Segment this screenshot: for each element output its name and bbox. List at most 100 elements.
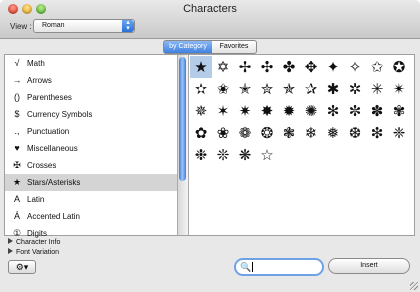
star-icon: ★ [12,177,22,187]
view-dropdown[interactable]: Roman ▴ ▾ [33,19,135,33]
character-cell[interactable]: ❁ [234,122,256,144]
character-info-label: Character Info [16,239,61,246]
title-bar[interactable]: Characters View : Roman ▴ ▾ [0,0,420,39]
character-cell[interactable]: ✫ [190,78,212,100]
search-icon: 🔍 [240,262,252,272]
gear-icon: ⚙▾ [15,262,29,272]
font-variation-disclosure[interactable]: Font Variation [8,248,59,256]
chevron-updown-icon: ▴ ▾ [122,19,134,32]
disclosure-triangle-icon [8,238,13,244]
dollar-icon: $ [14,109,20,119]
character-cell[interactable]: ✷ [234,100,256,122]
category-label: Stars/Asterisks [27,178,81,187]
category-item-latin[interactable]: A Latin [5,191,177,208]
view-label: View : [10,22,32,31]
category-item-crosses[interactable]: ✠ Crosses [5,157,177,174]
parentheses-icon: () [14,92,20,102]
category-item-accented-latin[interactable]: Á Accented Latin [5,208,177,225]
category-item-stars-asterisks[interactable]: ★ Stars/Asterisks [5,174,177,191]
character-cell[interactable]: ✣ [256,56,278,78]
heart-icon: ♥ [14,143,20,153]
view-dropdown-value: Roman [42,22,65,29]
character-cell[interactable]: ✮ [256,78,278,100]
character-cell[interactable]: ✿ [190,122,212,144]
character-cell[interactable]: ✹ [278,100,300,122]
tab-by-category[interactable]: by Category [163,40,213,54]
character-cell[interactable]: ❈ [388,122,410,144]
category-item-punctuation[interactable]: ., Punctuation [5,123,177,140]
character-cell[interactable]: ★ [190,56,212,78]
category-label: Latin [27,195,45,204]
punctuation-icon: ., [14,126,20,136]
characters-window: Characters View : Roman ▴ ▾ by Category F… [0,0,420,292]
character-cell[interactable]: ❋ [234,144,256,166]
tab-favorites[interactable]: Favorites [212,40,257,54]
character-cell[interactable]: ✯ [278,78,300,100]
character-cell[interactable]: ✱ [322,78,344,100]
category-label: Punctuation [27,127,70,136]
character-cell[interactable]: ✾ [388,100,410,122]
category-list: √ Math → Arrows () Parentheses $ Currenc… [5,55,177,238]
category-label: Accented Latin [27,212,80,221]
category-scrollbar[interactable] [177,55,189,235]
category-item-currency-symbols[interactable]: $ Currency Symbols [5,106,177,123]
character-cell[interactable]: ✭ [234,78,256,100]
category-label: Parentheses [27,93,72,102]
category-label: Math [27,59,45,68]
character-cell[interactable]: ❀ [212,122,234,144]
character-cell[interactable]: ✽ [366,100,388,122]
character-cell[interactable]: ❇ [366,122,388,144]
character-grid: ★ ✡ ✢ ✣ ✤ ✥ ✦ ✧ ✩ ✪ ✫ ✬ ✭ ✮ ✯ ✰ ✱ ✲ ✳ ✴ ✵ ✶ ✷ ✸ ✹ ✺ ✻ ✼ ✽ ✾ ✿ ❀ ❁ ❂ ❃ ❄ ❅ ❆ ❇ ❈… [189,55,414,235]
square-root-icon: √ [14,58,20,68]
character-palette: √ Math → Arrows () Parentheses $ Currenc… [4,54,415,238]
character-cell[interactable]: ✦ [322,56,344,78]
character-cell[interactable]: ✧ [344,56,366,78]
character-info-disclosure[interactable]: Character Info [8,238,60,246]
character-cell[interactable]: ✢ [234,56,256,78]
accented-letter-icon: Á [13,211,20,221]
category-label: Currency Symbols [27,110,93,119]
character-cell[interactable]: ❉ [190,144,212,166]
character-cell[interactable]: ✵ [190,100,212,122]
character-cell[interactable]: ✥ [300,56,322,78]
category-item-parentheses[interactable]: () Parentheses [5,89,177,106]
category-label: Crosses [27,161,57,170]
category-label: Arrows [27,76,52,85]
resize-handle[interactable] [410,282,418,290]
character-cell[interactable]: ✴ [388,78,410,100]
character-cell[interactable]: ✬ [212,78,234,100]
arrow-icon: → [12,75,22,85]
category-item-arrows[interactable]: → Arrows [5,72,177,89]
character-cell[interactable]: ❊ [212,144,234,166]
character-cell[interactable]: ❅ [322,122,344,144]
window-title: Characters [183,3,237,15]
character-cell[interactable]: ✰ [300,78,322,100]
character-cell[interactable]: ✩ [366,56,388,78]
category-label: Miscellaneous [27,144,78,153]
character-cell[interactable]: ✡ [212,56,234,78]
cross-icon: ✠ [13,160,21,170]
character-cell[interactable]: ✪ [388,56,410,78]
font-variation-label: Font Variation [16,249,60,256]
character-cell[interactable]: ✺ [300,100,322,122]
character-cell[interactable]: ✲ [344,78,366,100]
character-cell[interactable]: ✸ [256,100,278,122]
character-cell[interactable]: ✳ [366,78,388,100]
character-cell[interactable]: ✻ [322,100,344,122]
character-cell[interactable]: ☆ [256,144,278,166]
search-field[interactable]: 🔍 [234,258,324,276]
insert-button[interactable]: Insert [328,258,410,274]
character-cell[interactable]: ❂ [256,122,278,144]
character-cell[interactable]: ✶ [212,100,234,122]
character-cell[interactable]: ✼ [344,100,366,122]
action-menu-button[interactable]: ⚙▾ [8,260,36,274]
category-item-miscellaneous[interactable]: ♥ Miscellaneous [5,140,177,157]
character-cell[interactable]: ❄ [300,122,322,144]
character-cell[interactable]: ❃ [278,122,300,144]
disclosure-triangle-icon [8,248,13,254]
category-item-math[interactable]: √ Math [5,55,177,72]
scrollbar-thumb[interactable] [179,57,186,181]
character-cell[interactable]: ❆ [344,122,366,144]
latin-letter-icon: A [13,194,20,204]
character-cell[interactable]: ✤ [278,56,300,78]
